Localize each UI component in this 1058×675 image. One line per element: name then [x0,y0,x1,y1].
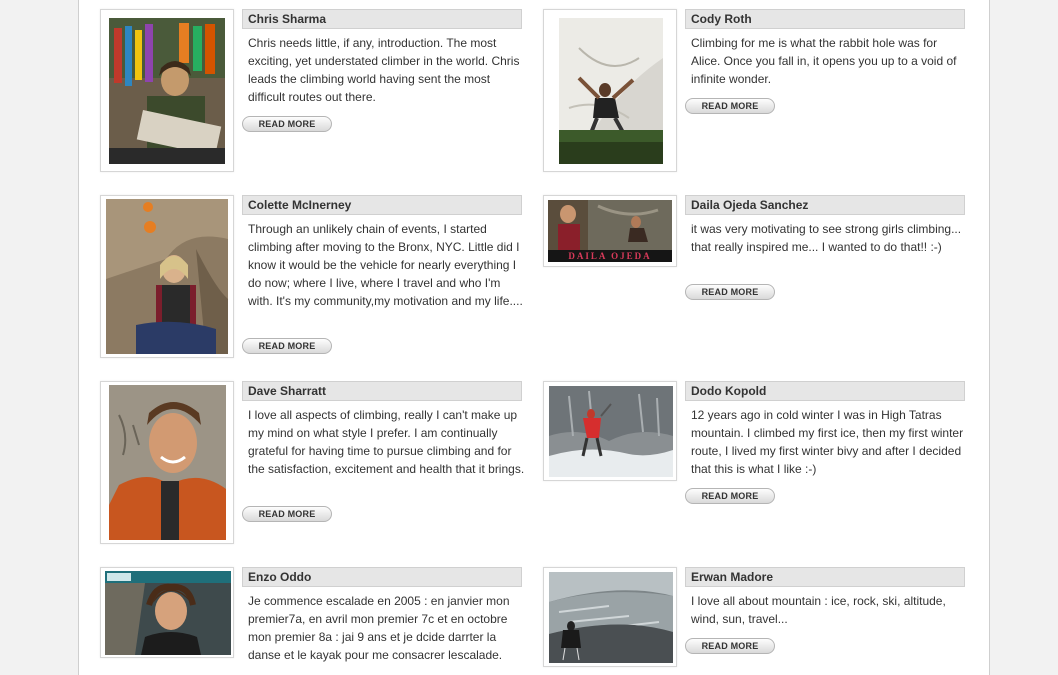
climber-card: Colette McInerney Through an unlikely ch… [100,195,540,360]
climber-card: Enzo Oddo Je commence escalade en 2005 :… [100,567,540,675]
climber-photo-frame[interactable] [100,567,234,658]
climber-photo [549,572,673,663]
climber-bio: Je commence escalade en 2005 : en janvie… [248,594,510,662]
climber-photo-frame[interactable] [543,567,677,667]
climber-photo-frame[interactable] [543,9,677,172]
climber-photo-frame[interactable] [100,9,234,172]
climber-photo [109,385,226,540]
climber-bio: 12 years ago in cold winter I was in Hig… [691,408,964,476]
climber-list-page: Chris Sharma Chris needs little, if any,… [78,0,990,675]
climber-name[interactable]: Enzo Oddo [242,567,522,587]
climber-bio: I love all about mountain : ice, rock, s… [691,594,946,626]
climber-name[interactable]: Colette McInerney [242,195,522,215]
climber-bio: Chris needs little, if any, introduction… [248,36,520,104]
read-more-button[interactable]: READ MORE [685,98,775,114]
climber-card: Chris Sharma Chris needs little, if any,… [100,9,540,174]
climber-bio: it was very motivating to see strong gir… [691,222,962,254]
climber-name[interactable]: Dodo Kopold [685,381,965,401]
climber-card: Dodo Kopold 12 years ago in cold winter … [543,381,983,546]
read-more-button[interactable]: READ MORE [242,506,332,522]
climber-photo [109,18,225,164]
climber-photo-frame[interactable] [543,381,677,481]
climber-bio: Climbing for me is what the rabbit hole … [691,36,957,86]
climber-bio: Through an unlikely chain of events, I s… [248,222,523,308]
climber-bio: I love all aspects of climbing, really I… [248,408,525,476]
photo-caption: DAILA OJEDA [568,251,652,261]
read-more-button[interactable]: READ MORE [685,488,775,504]
climber-photo: DAILA OJEDA [548,200,672,262]
climber-photo [559,18,663,164]
climber-card: Cody Roth Climbing for me is what the ra… [543,9,983,174]
climber-name[interactable]: Cody Roth [685,9,965,29]
climber-name[interactable]: Erwan Madore [685,567,965,587]
climber-name[interactable]: Dave Sharratt [242,381,522,401]
climber-photo-frame[interactable] [100,195,234,358]
climber-photo [105,571,231,655]
read-more-button[interactable]: READ MORE [685,284,775,300]
climber-photo [549,386,673,477]
climber-name[interactable]: Chris Sharma [242,9,522,29]
climber-photo-frame[interactable] [100,381,234,544]
read-more-button[interactable]: READ MORE [242,338,332,354]
climber-photo-frame[interactable]: DAILA OJEDA [543,195,677,267]
climber-card: Erwan Madore I love all about mountain :… [543,567,983,675]
climber-card: DAILA OJEDA Daila Ojeda Sanchez it was v… [543,195,983,360]
read-more-button[interactable]: READ MORE [685,638,775,654]
read-more-button[interactable]: READ MORE [242,116,332,132]
climber-name[interactable]: Daila Ojeda Sanchez [685,195,965,215]
climber-card: Dave Sharratt I love all aspects of clim… [100,381,540,546]
climber-photo [106,199,228,354]
